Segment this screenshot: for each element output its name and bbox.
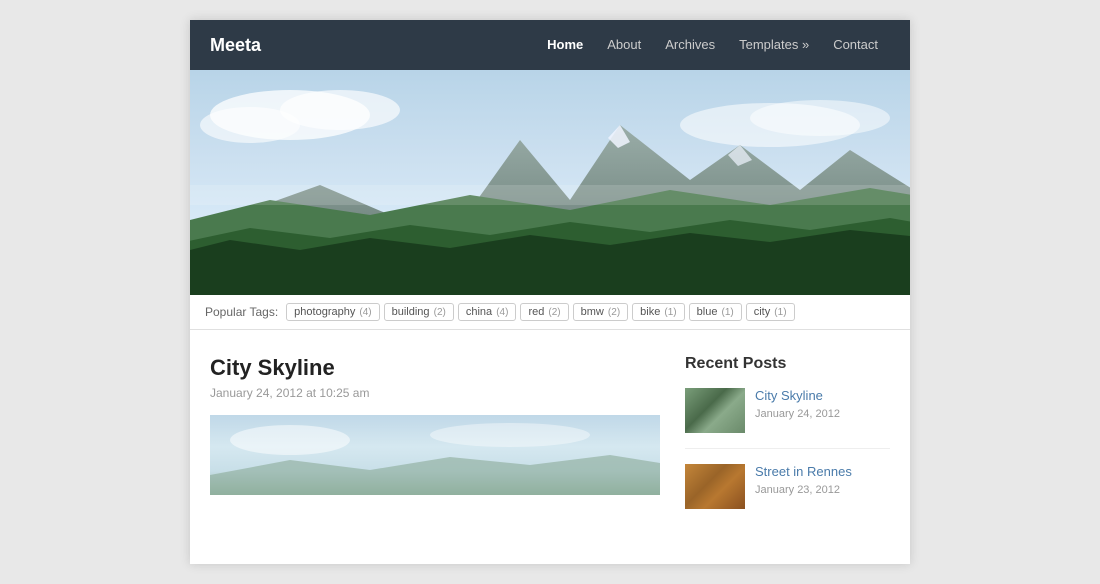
- nav-about[interactable]: About: [595, 20, 653, 70]
- tag-bike[interactable]: bike (1): [632, 303, 684, 321]
- site-header: Meeta Home About Archives Templates » Co…: [190, 20, 910, 70]
- recent-post-info-1: City Skyline January 24, 2012: [755, 388, 890, 433]
- hero-mountain-bg: [190, 70, 910, 295]
- tag-bmw[interactable]: bmw (2): [573, 303, 629, 321]
- tag-building[interactable]: building (2): [384, 303, 454, 321]
- recent-posts-title: Recent Posts: [685, 355, 890, 373]
- recent-post-item-2: Street in Rennes January 23, 2012: [685, 464, 890, 524]
- nav-archives[interactable]: Archives: [653, 20, 727, 70]
- nav-home[interactable]: Home: [535, 20, 595, 70]
- main-column: City Skyline January 24, 2012 at 10:25 a…: [210, 355, 660, 539]
- tag-blue[interactable]: blue (1): [689, 303, 742, 321]
- nav-contact[interactable]: Contact: [821, 20, 890, 70]
- tag-red[interactable]: red (2): [520, 303, 568, 321]
- site-nav: Home About Archives Templates » Contact: [535, 20, 890, 70]
- tag-city[interactable]: city (1): [746, 303, 795, 321]
- recent-post-date-2: January 23, 2012: [755, 484, 890, 496]
- recent-post-thumb-1: [685, 388, 745, 433]
- tags-bar: Popular Tags: photography (4) building (…: [190, 295, 910, 330]
- tag-china[interactable]: china (4): [458, 303, 517, 321]
- tags-label: Popular Tags:: [205, 305, 278, 319]
- page-wrapper: Meeta Home About Archives Templates » Co…: [190, 20, 910, 564]
- content-area: City Skyline January 24, 2012 at 10:25 a…: [190, 330, 910, 564]
- post-date: January 24, 2012 at 10:25 am: [210, 386, 660, 400]
- recent-post-title-2[interactable]: Street in Rennes: [755, 464, 890, 481]
- sidebar: Recent Posts City Skyline January 24, 20…: [685, 355, 890, 539]
- hero-image: [190, 70, 910, 295]
- post-image-inner: [210, 415, 660, 495]
- thumb-street-rennes: [685, 464, 745, 509]
- recent-post-item-1: City Skyline January 24, 2012: [685, 388, 890, 449]
- thumb-city-skyline: [685, 388, 745, 433]
- recent-post-info-2: Street in Rennes January 23, 2012: [755, 464, 890, 509]
- post-title: City Skyline: [210, 355, 660, 381]
- recent-post-title-1[interactable]: City Skyline: [755, 388, 890, 405]
- tag-photography[interactable]: photography (4): [286, 303, 379, 321]
- recent-post-thumb-2: [685, 464, 745, 509]
- post-featured-image: [210, 415, 660, 495]
- site-title: Meeta: [210, 35, 261, 56]
- recent-post-date-1: January 24, 2012: [755, 408, 890, 420]
- nav-templates[interactable]: Templates »: [727, 20, 821, 70]
